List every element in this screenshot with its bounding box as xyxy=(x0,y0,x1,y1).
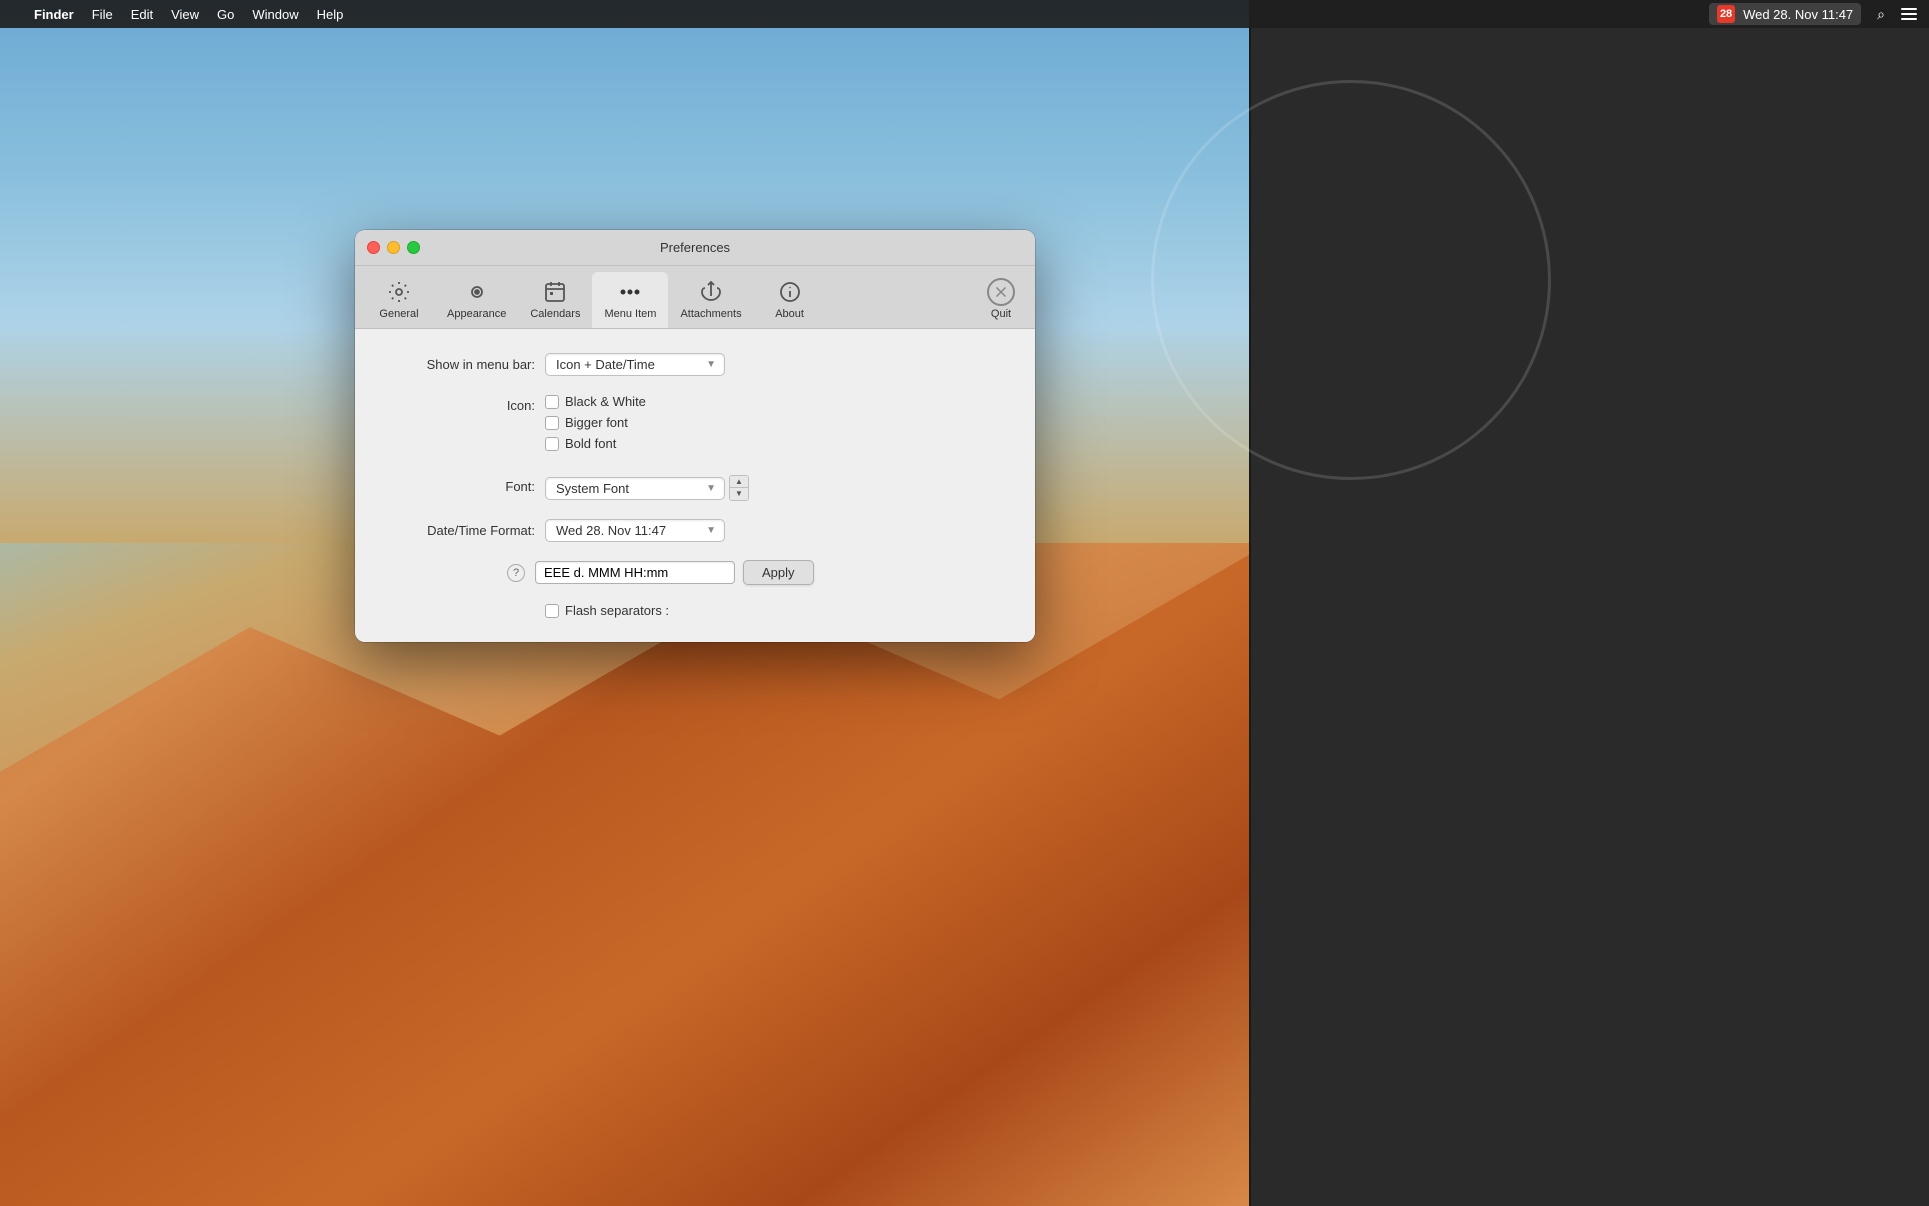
icon-label: Icon: xyxy=(385,394,535,413)
format-string-row: ? Apply xyxy=(385,560,1005,585)
font-value: System Font xyxy=(556,481,700,496)
quit-label: Quit xyxy=(991,308,1011,320)
bold-font-checkbox[interactable] xyxy=(545,437,559,451)
bold-font-label: Bold font xyxy=(565,436,616,451)
show-in-menubar-value: Icon + Date/Time xyxy=(556,357,700,372)
menubar-datetime: Wed 28. Nov 11:47 xyxy=(1743,7,1853,22)
flash-separators-checkbox[interactable] xyxy=(545,604,559,618)
datetime-format-control: Wed 28. Nov 11:47 ▼ xyxy=(545,519,1005,542)
datetime-format-value: Wed 28. Nov 11:47 xyxy=(556,523,700,538)
menubar-finder[interactable]: Finder xyxy=(34,7,74,22)
search-icon[interactable]: ⌕ xyxy=(1877,6,1885,23)
tab-appearance[interactable]: Appearance xyxy=(435,272,518,328)
window-close-button[interactable] xyxy=(367,241,380,254)
window-titlebar: Preferences xyxy=(355,230,1035,266)
menu-lines-icon[interactable] xyxy=(1901,8,1917,20)
calendar-day-icon: 28 xyxy=(1717,5,1735,23)
font-control: System Font ▼ ▲ ▼ xyxy=(545,475,1005,501)
flash-separators-label: Flash separators : xyxy=(565,603,669,618)
font-label: Font: xyxy=(385,475,535,494)
window-toolbar: General Appearance xyxy=(355,266,1035,329)
font-stepper-down-button[interactable]: ▼ xyxy=(730,488,748,500)
black-white-checkbox[interactable] xyxy=(545,395,559,409)
window-controls xyxy=(367,241,420,254)
format-string-control: Apply xyxy=(535,560,1005,585)
quit-button[interactable]: Quit xyxy=(975,272,1027,328)
bigger-font-label: Bigger font xyxy=(565,415,628,430)
tab-attachments-label: Attachments xyxy=(680,308,741,320)
bigger-font-checkbox[interactable] xyxy=(545,416,559,430)
preferences-window: Preferences General Appearance xyxy=(355,230,1035,642)
black-white-row: Black & White xyxy=(545,394,1005,409)
menubar-go[interactable]: Go xyxy=(217,7,234,22)
datetime-format-arrow-icon: ▼ xyxy=(706,525,716,536)
menubar-help[interactable]: Help xyxy=(317,7,344,22)
datetime-format-row: Date/Time Format: Wed 28. Nov 11:47 ▼ xyxy=(385,519,1005,542)
menubar-right: 28 Wed 28. Nov 11:47 ⌕ xyxy=(1709,3,1917,25)
menubar-view[interactable]: View xyxy=(171,7,199,22)
tab-attachments[interactable]: Attachments xyxy=(668,272,753,328)
datetime-format-select[interactable]: Wed 28. Nov 11:47 ▼ xyxy=(545,519,725,542)
menu-item-icon xyxy=(616,278,644,306)
tab-calendars-label: Calendars xyxy=(530,308,580,320)
bigger-font-row: Bigger font xyxy=(545,415,1005,430)
tab-about-label: About xyxy=(775,308,804,320)
right-panel xyxy=(1249,0,1929,1206)
icon-checkboxes: Black & White Bigger font Bold font xyxy=(545,394,1005,457)
tab-about[interactable]: About xyxy=(754,272,826,328)
show-in-menubar-label: Show in menu bar: xyxy=(385,353,535,372)
format-string-input[interactable] xyxy=(535,561,735,584)
font-select[interactable]: System Font ▼ xyxy=(545,477,725,500)
menubar-window[interactable]: Window xyxy=(252,7,298,22)
flash-separators-row: Flash separators : xyxy=(545,603,1005,618)
format-help-wrapper: ? xyxy=(385,560,535,582)
menubar-left: Finder File Edit View Go Window Help xyxy=(12,7,343,22)
menubar-file[interactable]: File xyxy=(92,7,113,22)
font-stepper: ▲ ▼ xyxy=(729,475,749,501)
font-stepper-up-button[interactable]: ▲ xyxy=(730,476,748,488)
show-in-menubar-arrow-icon: ▼ xyxy=(706,359,716,370)
show-in-menubar-select[interactable]: Icon + Date/Time ▼ xyxy=(545,353,725,376)
datetime-format-label: Date/Time Format: xyxy=(385,519,535,538)
black-white-label: Black & White xyxy=(565,394,646,409)
tab-menu-item[interactable]: Menu Item xyxy=(592,272,668,328)
preferences-content: Show in menu bar: Icon + Date/Time ▼ Ico… xyxy=(355,329,1035,642)
menubar-edit[interactable]: Edit xyxy=(131,7,153,22)
attachments-icon xyxy=(697,278,725,306)
font-row: Font: System Font ▼ ▲ ▼ xyxy=(385,475,1005,501)
bold-font-row: Bold font xyxy=(545,436,1005,451)
window-maximize-button[interactable] xyxy=(407,241,420,254)
calendars-icon xyxy=(541,278,569,306)
appearance-icon xyxy=(463,278,491,306)
tab-appearance-label: Appearance xyxy=(447,308,506,320)
format-help-button[interactable]: ? xyxy=(507,564,525,582)
tab-general-label: General xyxy=(379,308,418,320)
calendar-menubar-widget[interactable]: 28 Wed 28. Nov 11:47 xyxy=(1709,3,1861,25)
window-minimize-button[interactable] xyxy=(387,241,400,254)
window-title: Preferences xyxy=(660,240,730,255)
about-icon xyxy=(776,278,804,306)
apply-button[interactable]: Apply xyxy=(743,560,814,585)
general-icon xyxy=(385,278,413,306)
tab-general[interactable]: General xyxy=(363,272,435,328)
font-select-arrow-icon: ▼ xyxy=(706,483,716,494)
quit-icon xyxy=(987,278,1015,306)
icon-row: Icon: Black & White Bigger font Bold fon… xyxy=(385,394,1005,457)
show-in-menubar-control: Icon + Date/Time ▼ xyxy=(545,353,1005,376)
menubar: Finder File Edit View Go Window Help 28 … xyxy=(0,0,1929,28)
show-in-menubar-row: Show in menu bar: Icon + Date/Time ▼ xyxy=(385,353,1005,376)
tab-calendars[interactable]: Calendars xyxy=(518,272,592,328)
tab-menu-item-label: Menu Item xyxy=(604,308,656,320)
